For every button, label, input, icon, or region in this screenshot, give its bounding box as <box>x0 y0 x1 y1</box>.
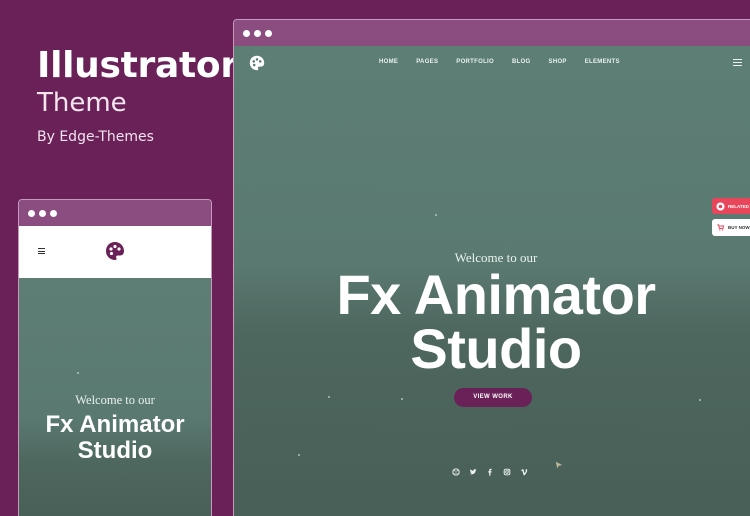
window-dot-icon <box>50 209 57 217</box>
triangle-deco-icon <box>555 461 563 469</box>
nav-item-home[interactable]: HOME <box>379 59 398 65</box>
mobile-menu-icon[interactable] <box>38 248 45 256</box>
palette-logo-icon[interactable] <box>105 241 125 261</box>
desktop-preview-window: HOME PAGES PORTFOLIO BLOG SHOP ELEMENTS … <box>233 19 750 516</box>
window-dot-icon <box>243 29 250 37</box>
mobile-hero-welcome-text: Welcome to our <box>75 393 155 407</box>
window-dot-icon <box>39 209 46 217</box>
buy-now-tab[interactable]: BUY NOW <box>712 219 750 236</box>
related-label: RELATED <box>728 203 749 209</box>
star-icon <box>716 201 725 211</box>
nav-item-shop[interactable]: SHOP <box>549 59 567 65</box>
window-dot-icon <box>28 209 35 217</box>
window-dot-icon <box>254 29 261 37</box>
mobile-header <box>19 226 211 278</box>
sparkle-icon <box>435 214 437 216</box>
instagram-icon[interactable] <box>503 468 511 476</box>
hero-heading-line1: Fx Animator <box>336 263 656 326</box>
twitter-icon[interactable] <box>469 468 477 476</box>
facebook-icon[interactable] <box>486 468 494 476</box>
window-titlebar <box>234 20 750 46</box>
sparkle-icon <box>77 372 79 374</box>
sparkle-icon <box>298 454 300 456</box>
window-dot-icon <box>265 29 272 37</box>
mobile-hero-heading-line1: Fx Animator <box>45 411 185 438</box>
hero-heading-line2: Studio <box>410 317 582 380</box>
hero-section: HOME PAGES PORTFOLIO BLOG SHOP ELEMENTS … <box>234 46 750 516</box>
vimeo-icon[interactable] <box>520 468 528 476</box>
mobile-hero-section: Welcome to our Fx Animator Studio <box>19 278 211 516</box>
nav-item-pages[interactable]: PAGES <box>416 59 438 65</box>
nav-item-portfolio[interactable]: PORTFOLIO <box>456 59 494 65</box>
nav-item-blog[interactable]: BLOG <box>512 59 531 65</box>
nav-links: HOME PAGES PORTFOLIO BLOG SHOP ELEMENTS <box>379 59 638 65</box>
mobile-preview-window: Welcome to our Fx Animator Studio <box>18 199 212 516</box>
window-titlebar <box>19 200 211 226</box>
theme-title: Illustrator <box>37 45 238 86</box>
related-themes-tab[interactable]: RELATED <box>712 198 750 214</box>
main-nav: HOME PAGES PORTFOLIO BLOG SHOP ELEMENTS <box>234 46 750 80</box>
mobile-hero-heading: Fx Animator Studio <box>19 412 211 464</box>
hero-heading: Fx Animator Studio <box>234 263 750 380</box>
palette-logo-icon[interactable] <box>249 55 265 71</box>
mobile-hero-heading-line2: Studio <box>77 437 153 464</box>
theme-subtitle: Theme <box>37 88 127 118</box>
social-links <box>452 468 528 476</box>
sparkle-icon <box>401 398 403 400</box>
dribbble-icon[interactable] <box>452 468 460 476</box>
cart-icon <box>717 224 724 231</box>
view-work-button[interactable]: VIEW WORK <box>454 388 532 407</box>
theme-author: By Edge-Themes <box>37 129 154 145</box>
sparkle-icon <box>699 399 701 401</box>
buy-now-label: BUY NOW <box>728 225 750 230</box>
menu-icon[interactable] <box>733 59 742 67</box>
sparkle-icon <box>328 396 330 398</box>
nav-item-elements[interactable]: ELEMENTS <box>585 59 620 65</box>
